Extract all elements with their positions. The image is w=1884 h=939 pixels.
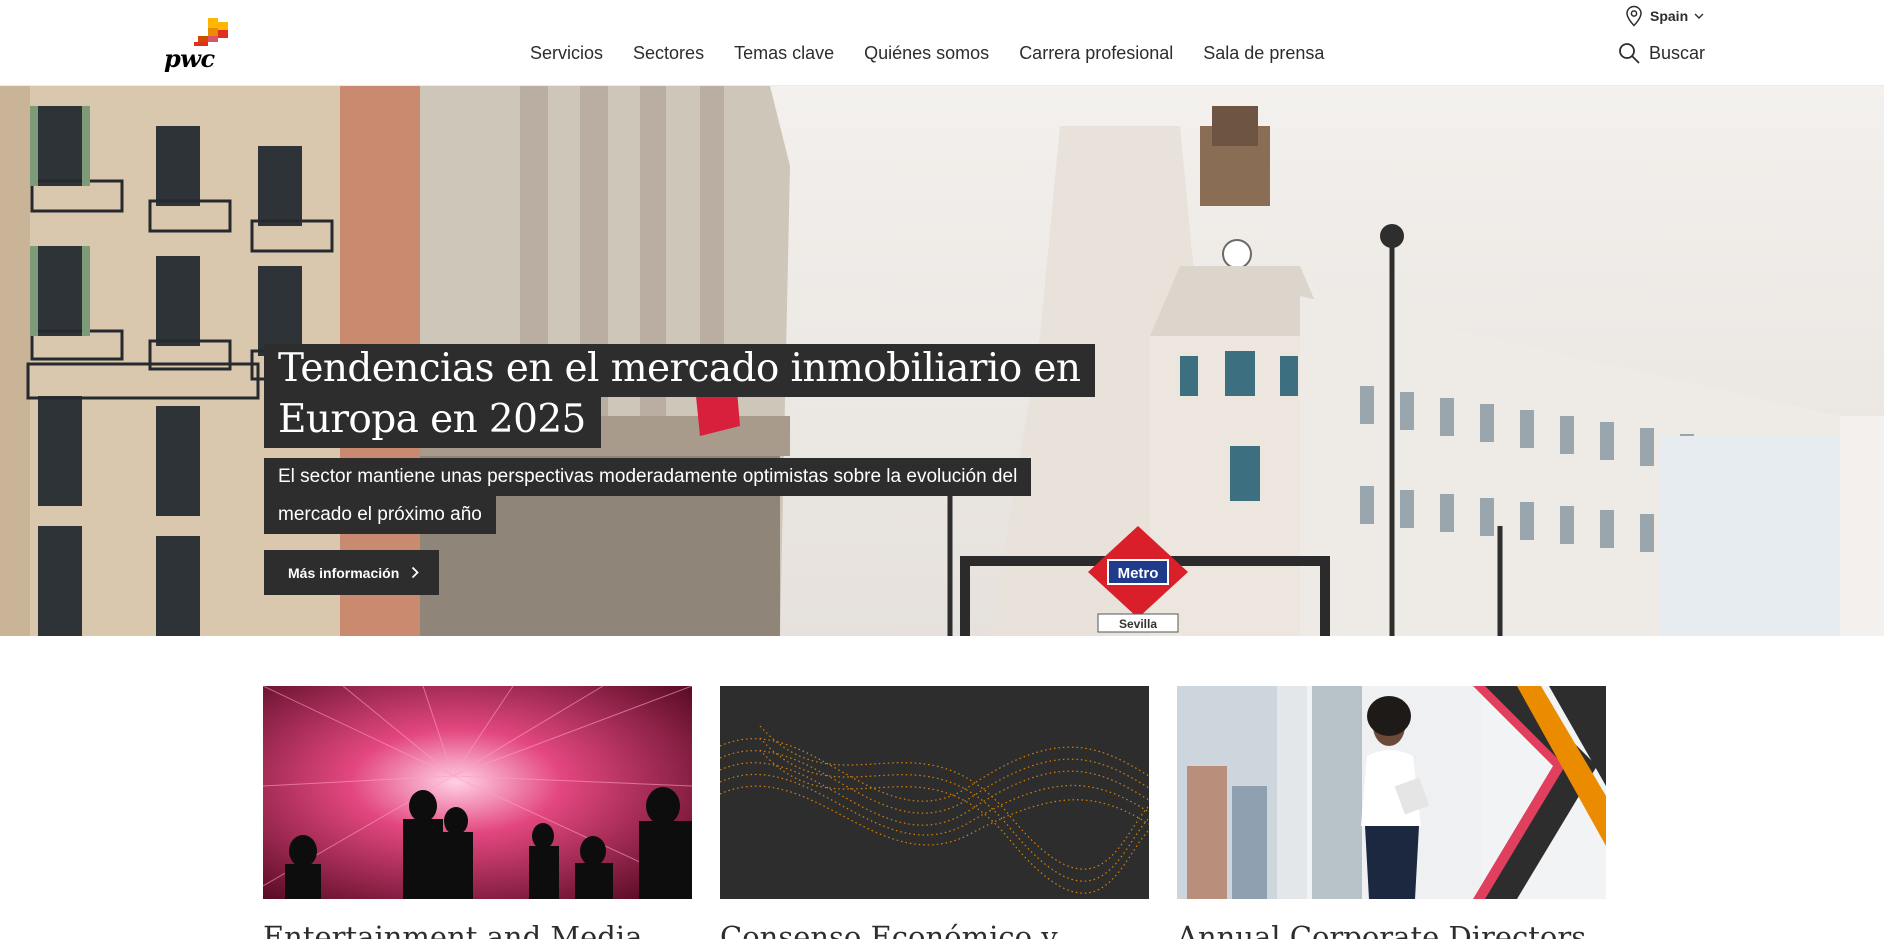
card-title-consenso-economico: Consenso Económico y: [720, 920, 1058, 939]
nav-item-temas-clave[interactable]: Temas clave: [734, 43, 834, 64]
card-image-light-installation: [263, 686, 692, 899]
card-title-annual-corporate-directors: Annual Corporate Directors: [1177, 920, 1587, 939]
search-label: Buscar: [1649, 42, 1706, 63]
hero-banner: Metro Sevilla Tendencias en el mercado i…: [0, 86, 1884, 636]
locale-selector[interactable]: Spain: [1624, 5, 1704, 27]
location-pin-icon: [1626, 5, 1642, 27]
hero-title-line-2: Europa en 2025: [264, 395, 601, 448]
chevron-right-icon: [412, 566, 420, 579]
chevron-down-icon: [1694, 13, 1704, 19]
metro-sign-text: Metro: [1118, 565, 1159, 582]
featured-cards: Entertainment and Media Consenso Económi…: [263, 686, 1606, 939]
street-sign-text: Sevilla: [1119, 617, 1157, 631]
card-entertainment-media[interactable]: Entertainment and Media: [263, 686, 692, 939]
nav-item-sala-de-prensa[interactable]: Sala de prensa: [1203, 43, 1324, 64]
hero-title-line-1: Tendencias en el mercado inmobiliario en: [264, 344, 1096, 397]
main-nav: Servicios Sectores Temas clave Quiénes s…: [530, 43, 1324, 64]
cta-label: Más información: [288, 564, 400, 581]
card-annual-corporate-directors[interactable]: Annual Corporate Directors: [1177, 686, 1606, 939]
nav-item-carrera-profesional[interactable]: Carrera profesional: [1019, 43, 1173, 64]
pwc-logo[interactable]: pwc: [164, 18, 244, 76]
pwc-logo-mark: [194, 18, 228, 46]
card-title-entertainment-media: Entertainment and Media: [263, 920, 643, 939]
hero-subtitle-line-1: El sector mantiene unas perspectivas mod…: [264, 458, 1032, 496]
nav-item-quienes-somos[interactable]: Quiénes somos: [864, 43, 989, 64]
site-header: pwc Spain Servicios Sectores Temas clave…: [0, 0, 1884, 86]
nav-item-servicios[interactable]: Servicios: [530, 43, 603, 64]
hero-subtitle-line-2: mercado el próximo año: [264, 496, 496, 534]
nav-item-sectores[interactable]: Sectores: [633, 43, 704, 64]
mas-informacion-button[interactable]: Más información: [264, 550, 440, 595]
card-image-orange-wave: [720, 686, 1149, 899]
pwc-wordmark: pwc: [164, 44, 215, 73]
search-icon: [1619, 43, 1640, 64]
locale-label: Spain: [1650, 8, 1689, 24]
card-image-businesswoman: [1177, 686, 1606, 899]
search-button[interactable]: Buscar: [1618, 42, 1705, 64]
card-consenso-economico[interactable]: Consenso Económico y: [720, 686, 1149, 939]
